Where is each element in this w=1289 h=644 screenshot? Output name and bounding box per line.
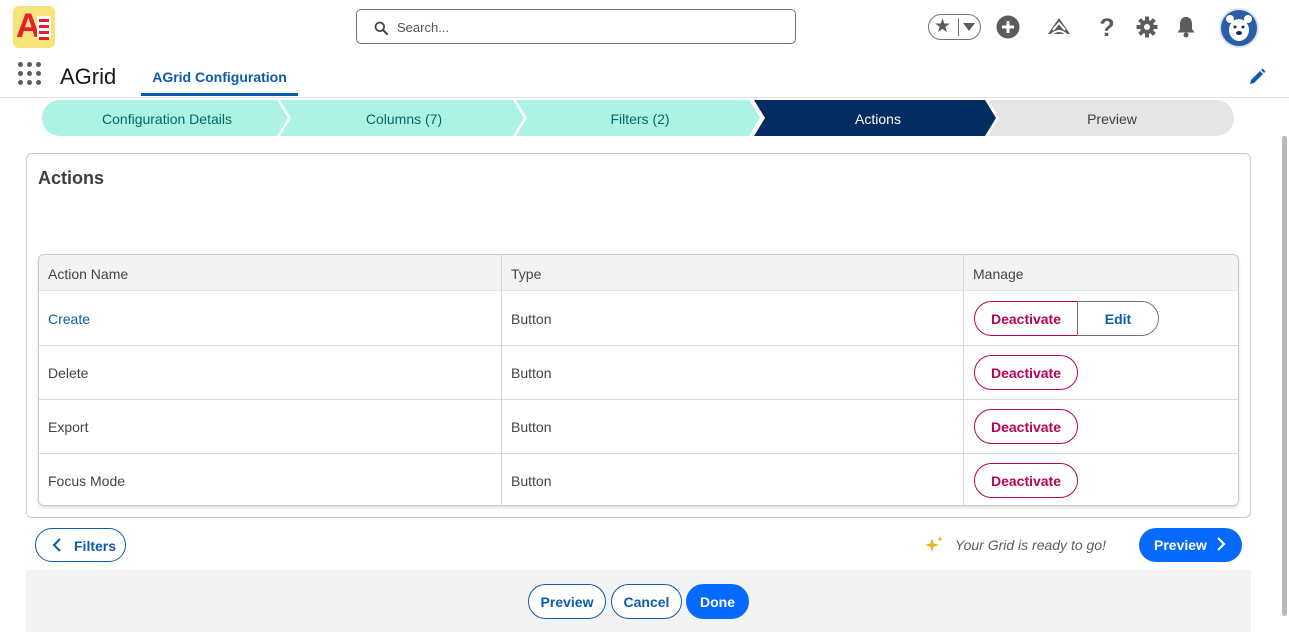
app-name: AGrid [60, 64, 117, 89]
action-type: Button [511, 473, 552, 489]
done-button[interactable]: Done [686, 584, 749, 619]
table-header: Action Name Type Manage [39, 255, 1238, 291]
app-launcher-icon[interactable] [18, 62, 42, 86]
column-header-manage[interactable]: Manage [964, 255, 1238, 291]
action-type: Button [511, 365, 552, 381]
path-step-label: Configuration Details [102, 111, 232, 127]
action-name: Export [48, 419, 89, 435]
pencil-icon[interactable] [1248, 68, 1266, 86]
ready-message-text: Your Grid is ready to go! [955, 537, 1106, 553]
manage-button-group: Deactivate [974, 355, 1078, 390]
manage-button-group: Deactivate [974, 463, 1078, 498]
path-step-label: Columns (7) [365, 111, 443, 127]
chevron-left-icon [52, 538, 61, 552]
action-type: Button [511, 419, 552, 435]
table-row: Export Button Deactivate [39, 400, 1238, 454]
back-button-label: Filters [74, 538, 117, 554]
column-divider [963, 255, 964, 505]
star-icon[interactable]: ★ [934, 16, 951, 38]
edit-button[interactable]: Edit [1077, 301, 1159, 336]
search-input[interactable] [397, 16, 777, 38]
path-step-label: Preview [1087, 111, 1137, 127]
bell-icon[interactable] [1173, 14, 1199, 40]
add-icon[interactable] [995, 14, 1021, 40]
gear-icon[interactable] [1134, 14, 1160, 40]
global-header: A ★ ? [0, 0, 1289, 56]
chevron-right-icon [1217, 537, 1226, 551]
action-name-link[interactable]: Create [39, 292, 90, 346]
app-logo[interactable]: A [13, 6, 55, 48]
deactivate-button[interactable]: Deactivate [974, 409, 1078, 444]
global-search[interactable] [356, 9, 796, 44]
column-header-type[interactable]: Type [502, 255, 963, 291]
search-icon [374, 21, 388, 35]
manage-button-group: Deactivate [974, 409, 1078, 444]
actions-card: Actions Action Name Type Manage Create B… [26, 153, 1251, 518]
trailhead-icon[interactable] [1046, 14, 1072, 40]
table-row: Focus Mode Button Deactivate [39, 454, 1238, 505]
favorites-button-group[interactable]: ★ [928, 14, 981, 40]
next-preview-button[interactable]: Preview [1139, 528, 1242, 562]
back-to-filters-button[interactable]: Filters [35, 528, 126, 562]
avatar[interactable] [1219, 8, 1259, 48]
chevron-down-icon[interactable] [963, 23, 975, 31]
action-type: Button [511, 311, 552, 327]
sparkle-icon [925, 536, 943, 552]
deactivate-button[interactable]: Deactivate [974, 301, 1078, 336]
action-name: Focus Mode [48, 473, 126, 489]
table-row: Create Button Deactivate Edit [39, 292, 1238, 346]
footer-actions: Preview Cancel Done [26, 570, 1251, 632]
path-step-label: Actions [855, 111, 901, 127]
path-step-label: Filters (2) [610, 111, 670, 127]
svg-text:?: ? [1099, 14, 1114, 40]
wizard-path: Configuration Details Columns (7) Filter… [42, 100, 1234, 136]
column-header-action-name[interactable]: Action Name [39, 255, 501, 291]
actions-table: Action Name Type Manage Create Button De… [38, 254, 1239, 506]
help-icon[interactable]: ? [1094, 14, 1120, 40]
next-button-label: Preview [1154, 537, 1207, 553]
action-name: Delete [48, 365, 89, 381]
manage-button-group: Deactivate Edit [974, 301, 1159, 336]
bear-avatar-icon [1226, 15, 1252, 41]
deactivate-button[interactable]: Deactivate [974, 355, 1078, 390]
page-scrollbar[interactable] [1282, 136, 1287, 616]
column-divider [501, 255, 502, 505]
footer-preview-button[interactable]: Preview [528, 584, 606, 619]
card-title: Actions [38, 168, 105, 188]
tab-agrid-configuration[interactable]: AGrid Configuration [141, 56, 298, 96]
table-row: Delete Button Deactivate [39, 346, 1238, 400]
cancel-button[interactable]: Cancel [611, 584, 682, 619]
deactivate-button[interactable]: Deactivate [974, 463, 1078, 498]
app-navigation: AGrid AGrid Configuration [0, 56, 1289, 98]
